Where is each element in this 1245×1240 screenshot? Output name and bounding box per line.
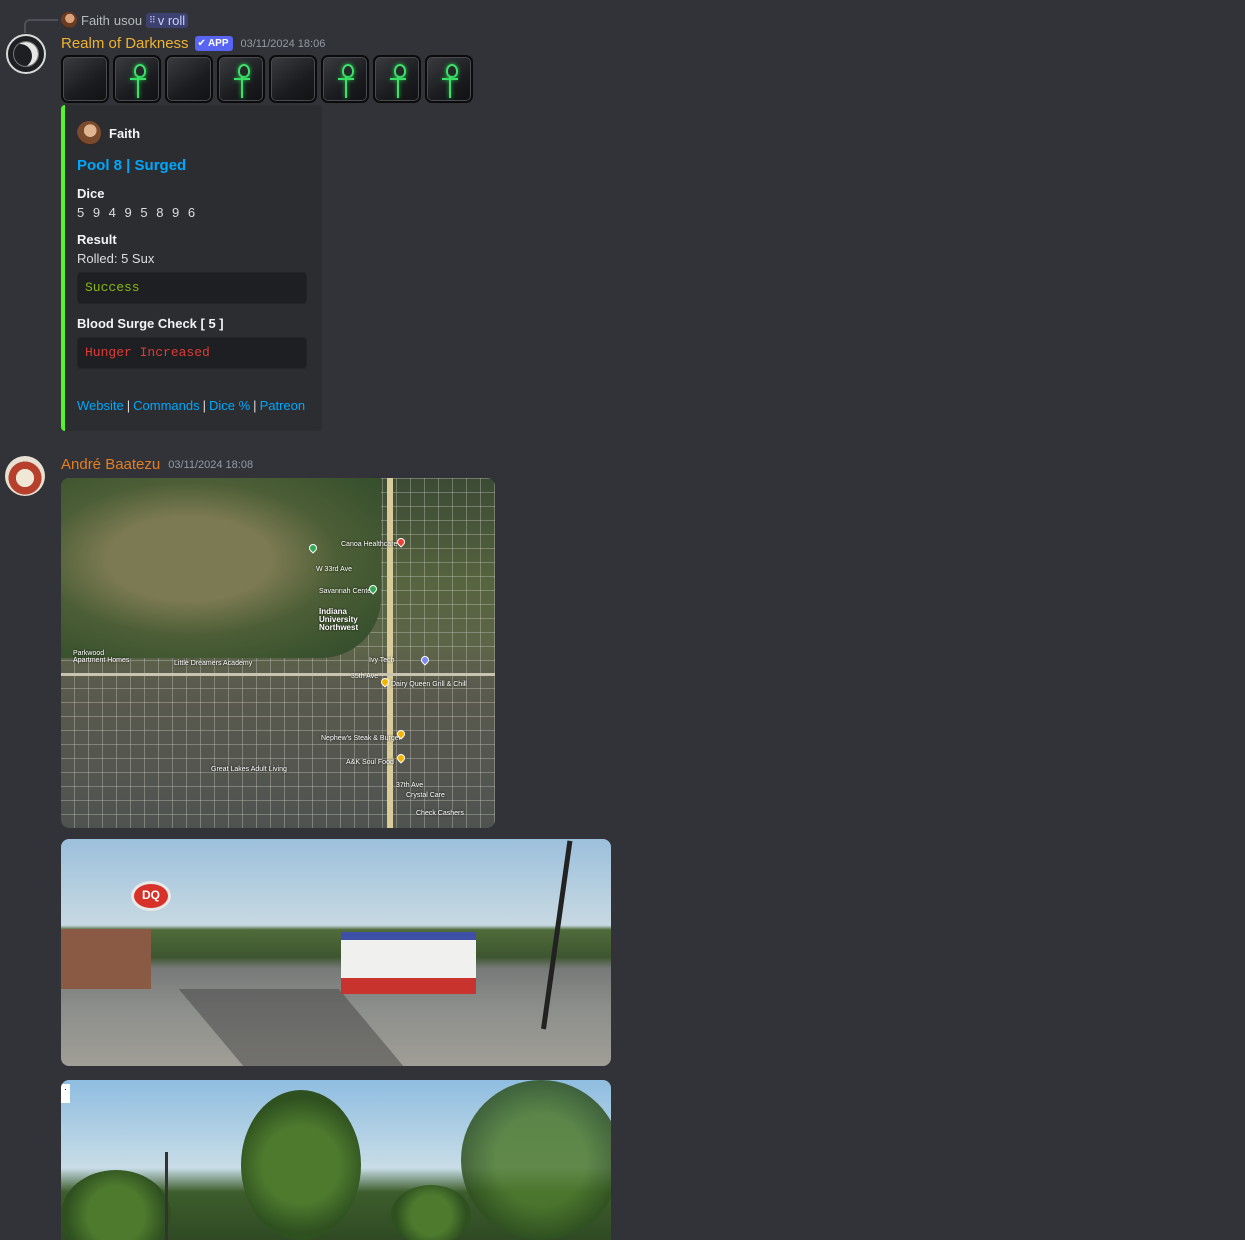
- embed-title: Pool 8 | Surged: [77, 157, 187, 174]
- surge-code-block: Hunger Increased: [77, 337, 307, 369]
- embed-author-name: Faith: [109, 125, 141, 141]
- user-message-header: André Baatezu 03/11/2024 18:08: [61, 456, 253, 473]
- commands-link[interactable]: Commands: [133, 398, 199, 413]
- map-main-road: [387, 478, 393, 828]
- surge-field-label: Blood Surge Check [ 5 ]: [77, 316, 224, 331]
- embed-author: Faith: [77, 121, 308, 145]
- command-name: v roll: [157, 12, 186, 28]
- map-label-check-cashers: Check Cashers: [416, 810, 464, 817]
- map-label-parkwood: Parkwood Apartment Homes: [73, 650, 130, 664]
- dice-field-value: 5 9 4 9 5 8 9 6: [77, 205, 198, 220]
- map-label-dq: Dairy Queen Grill & Chill: [391, 681, 467, 688]
- image-badge: ·: [61, 1084, 70, 1103]
- map-pin-icon: [395, 752, 407, 764]
- road-shadow: [178, 989, 404, 1066]
- checkmark-icon: ✔: [197, 38, 206, 49]
- bot-author-name[interactable]: Realm of Darkness: [61, 35, 189, 52]
- link-separator: |: [126, 398, 131, 413]
- result-code-text: Success: [85, 280, 140, 295]
- reply-reference[interactable]: Faith usou ⠿ v roll: [61, 11, 189, 29]
- app-tag-label: APP: [207, 38, 229, 49]
- map-label-great-lakes: Great Lakes Adult Living: [211, 766, 287, 773]
- die-ankh-icon: [425, 55, 473, 103]
- die-blank-icon: [61, 55, 109, 103]
- user-avatar[interactable]: [5, 456, 45, 496]
- embed-author-avatar: [77, 121, 101, 145]
- surge-code-text: Hunger Increased: [85, 345, 210, 360]
- street-lamp-pole: [541, 840, 573, 1030]
- bot-avatar[interactable]: [6, 34, 46, 74]
- satellite-map-image[interactable]: Indiana University Northwest W 33rd Ave …: [61, 478, 495, 828]
- reply-spine: [24, 19, 58, 33]
- dice-percent-link[interactable]: Dice %: [209, 398, 250, 413]
- reply-action: usou: [113, 12, 143, 28]
- patreon-link[interactable]: Patreon: [260, 398, 306, 413]
- map-label-nephews: Nephew's Steak & Burger: [321, 735, 401, 742]
- die-ankh-icon: [321, 55, 369, 103]
- die-ankh-icon: [217, 55, 265, 103]
- map-label-ivy-tech: Ivy Tech: [369, 657, 395, 664]
- bot-message-header: Realm of Darkness ✔ APP 03/11/2024 18:06: [61, 35, 325, 52]
- result-field-label: Result: [77, 232, 117, 247]
- dice-field-label: Dice: [77, 186, 105, 201]
- map-label-university: Indiana University Northwest: [319, 607, 359, 632]
- embed-links: Website | Commands | Dice % | Patreon: [77, 398, 305, 413]
- map-label-33rd: W 33rd Ave: [316, 566, 353, 573]
- street-lamp: [165, 1152, 168, 1240]
- map-cross-road: [61, 673, 495, 676]
- website-link[interactable]: Website: [77, 398, 124, 413]
- street-view-dq-image[interactable]: DQ: [61, 839, 611, 1066]
- link-separator: |: [202, 398, 206, 413]
- reply-user-name[interactable]: Faith: [81, 13, 110, 28]
- dq-sign-icon: DQ: [131, 881, 171, 911]
- tree: [461, 1080, 611, 1240]
- tree: [61, 1170, 171, 1240]
- die-ankh-icon: [113, 55, 161, 103]
- crescent-moon-icon: [13, 41, 39, 67]
- map-label-dreamers: Little Dreamers Academy: [174, 660, 253, 667]
- command-chip[interactable]: ⠿ v roll: [146, 12, 189, 28]
- brick-building: [61, 929, 151, 989]
- app-tag: ✔ APP: [194, 36, 233, 51]
- die-ankh-icon: [373, 55, 421, 103]
- map-label-35th: 35th Ave: [351, 673, 379, 680]
- map-label-crystal-care: Crystal Care: [406, 792, 445, 799]
- tree: [391, 1185, 471, 1240]
- reply-avatar[interactable]: [61, 12, 77, 28]
- tree: [241, 1090, 361, 1240]
- dq-building: [341, 932, 476, 994]
- map-label-savannah: Savannah Center: [319, 588, 374, 595]
- result-code-block: Success: [77, 272, 307, 304]
- map-pin-icon: [419, 654, 431, 666]
- link-separator: |: [253, 398, 257, 413]
- map-label-soul-food: A&K Soul Food: [346, 759, 394, 766]
- result-field-value: Rolled: 5 Sux: [77, 251, 155, 266]
- user-author-name[interactable]: André Baatezu: [61, 456, 160, 473]
- slash-command-icon: ⠿: [149, 14, 156, 25]
- user-timestamp[interactable]: 03/11/2024 18:08: [168, 459, 253, 471]
- map-label-canoa: Canoa Healthcare: [341, 541, 398, 548]
- roll-embed: Faith Pool 8 | Surged Dice 5 9 4 9 5 8 9…: [61, 105, 322, 431]
- die-blank-icon: [269, 55, 317, 103]
- map-label-37th: 37th Ave: [396, 782, 424, 789]
- street-view-trees-image[interactable]: ·: [61, 1080, 611, 1240]
- dice-row: [61, 55, 473, 103]
- die-blank-icon: [165, 55, 213, 103]
- bot-timestamp[interactable]: 03/11/2024 18:06: [241, 38, 326, 50]
